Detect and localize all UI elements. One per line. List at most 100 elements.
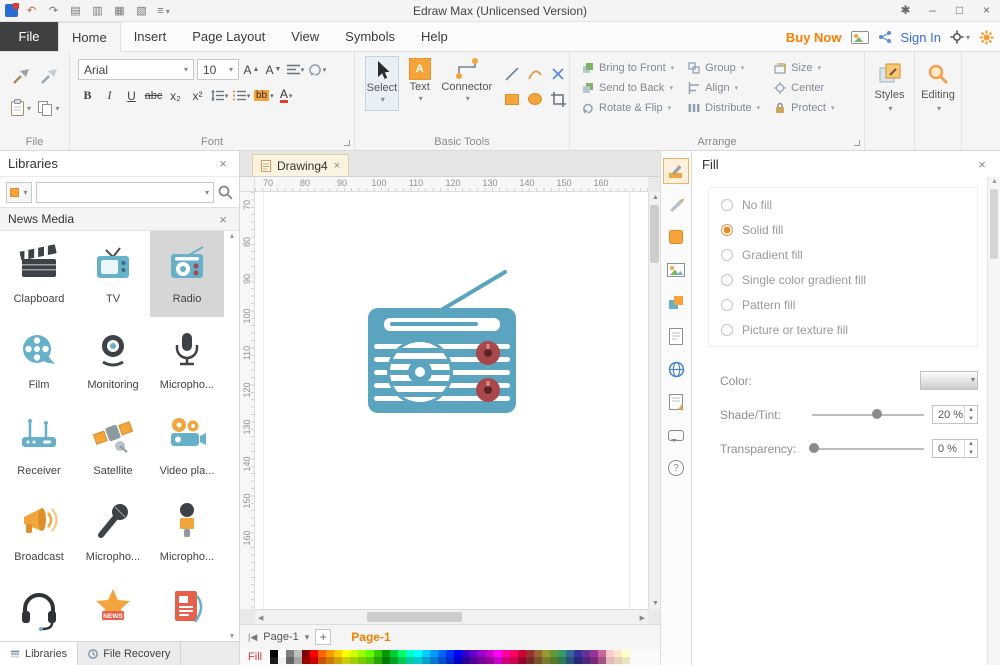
palette-color[interactable] bbox=[318, 657, 326, 664]
palette-color[interactable] bbox=[446, 650, 454, 657]
palette-color[interactable] bbox=[438, 657, 446, 664]
scroll-down-icon[interactable]: ▼ bbox=[652, 600, 659, 607]
palette-color[interactable] bbox=[542, 657, 550, 664]
hyperlink-tool[interactable] bbox=[663, 356, 689, 382]
library-item-film[interactable]: Film bbox=[2, 317, 76, 403]
shapes-layer-tool[interactable] bbox=[663, 290, 689, 316]
cross-tool-icon[interactable] bbox=[547, 62, 569, 86]
palette-color[interactable] bbox=[534, 657, 542, 664]
text-rotate-icon[interactable]: ▾ bbox=[308, 60, 327, 79]
palette-color[interactable] bbox=[582, 657, 590, 664]
palette-color[interactable] bbox=[606, 657, 614, 664]
vertical-scrollbar[interactable]: ▲ ▼ bbox=[648, 192, 660, 609]
font-family-select[interactable]: Arial ▾ bbox=[78, 59, 194, 80]
scrollbar-thumb[interactable] bbox=[990, 189, 998, 259]
tab-file[interactable]: File bbox=[0, 22, 58, 51]
palette-color[interactable] bbox=[294, 657, 302, 664]
palette-color[interactable] bbox=[326, 650, 334, 657]
palette-color[interactable] bbox=[582, 650, 590, 657]
palette-color[interactable] bbox=[326, 657, 334, 664]
style-brush-icon[interactable] bbox=[35, 60, 63, 92]
subscript-button[interactable]: x₂ bbox=[166, 86, 185, 105]
library-item-monitoring[interactable]: Monitoring bbox=[76, 317, 150, 403]
palette-color[interactable] bbox=[518, 650, 526, 657]
document-tab-close-icon[interactable]: × bbox=[334, 160, 340, 172]
paste-button[interactable]: ▾ bbox=[7, 92, 35, 124]
palette-color[interactable] bbox=[406, 650, 414, 657]
palette-color[interactable] bbox=[550, 650, 558, 657]
connector-tool-button[interactable]: Connector ▾ bbox=[441, 56, 493, 111]
palette-color[interactable] bbox=[342, 650, 350, 657]
fill-option-no-fill[interactable]: No fill bbox=[709, 192, 977, 217]
page-nav-label[interactable]: Page-1 bbox=[263, 631, 298, 643]
scroll-up-icon[interactable]: ▲ bbox=[652, 194, 659, 201]
text-tool-button[interactable]: A Text ▾ bbox=[403, 56, 437, 111]
palette-color[interactable] bbox=[350, 650, 358, 657]
shade-tint-spinner[interactable]: 20 % ▲ ▼ bbox=[932, 405, 978, 424]
palette-color[interactable] bbox=[486, 650, 494, 657]
palette-color[interactable] bbox=[486, 657, 494, 664]
palette-color[interactable] bbox=[510, 650, 518, 657]
library-item-microphone[interactable]: Micropho... bbox=[150, 317, 224, 403]
palette-color[interactable] bbox=[406, 657, 414, 664]
fill-option-pattern-fill[interactable]: Pattern fill bbox=[709, 292, 977, 317]
fill-panel-scrollbar[interactable]: ▲ bbox=[987, 177, 1000, 665]
comment-tool[interactable] bbox=[663, 422, 689, 448]
tab-home[interactable]: Home bbox=[58, 22, 121, 52]
palette-color[interactable] bbox=[342, 657, 350, 664]
fill-option-single-color-gradient[interactable]: Single color gradient fill bbox=[709, 267, 977, 292]
spin-down-icon[interactable]: ▼ bbox=[965, 449, 977, 458]
scroll-down-icon[interactable]: ▼ bbox=[226, 633, 238, 640]
buy-now-link[interactable]: Buy Now bbox=[786, 30, 842, 45]
palette-color[interactable] bbox=[382, 657, 390, 664]
palette-color[interactable] bbox=[334, 650, 342, 657]
editing-button[interactable]: Editing ▾ bbox=[915, 52, 961, 113]
note-tool[interactable] bbox=[663, 389, 689, 415]
spin-up-icon[interactable]: ▲ bbox=[965, 406, 977, 415]
palette-color[interactable] bbox=[366, 657, 374, 664]
new-document-icon[interactable]: ▤ bbox=[67, 3, 84, 19]
library-scrollbar[interactable]: ▲ ▼ bbox=[226, 233, 238, 640]
styles-button[interactable]: Styles ▾ bbox=[865, 52, 914, 113]
palette-color[interactable] bbox=[598, 657, 606, 664]
bold-button[interactable]: B bbox=[78, 86, 97, 105]
customize-toolbar-icon[interactable]: ≡ ▾ bbox=[155, 3, 172, 19]
copy-button[interactable]: ▾ bbox=[35, 92, 63, 124]
library-item-tv[interactable]: TV bbox=[76, 231, 150, 317]
palette-color[interactable] bbox=[374, 650, 382, 657]
tab-libraries[interactable]: Libraries bbox=[0, 642, 79, 665]
palette-color[interactable] bbox=[470, 650, 478, 657]
palette-color[interactable] bbox=[350, 657, 358, 664]
transparency-slider[interactable] bbox=[809, 439, 924, 458]
palette-color[interactable] bbox=[414, 650, 422, 657]
palette-color[interactable] bbox=[566, 657, 574, 664]
palette-color[interactable] bbox=[606, 650, 614, 657]
license-card-icon[interactable] bbox=[850, 30, 869, 44]
palette-color[interactable] bbox=[286, 650, 294, 657]
fill-panel-close-icon[interactable]: × bbox=[974, 157, 990, 172]
curve-tool-icon[interactable] bbox=[524, 62, 546, 86]
palette-color[interactable] bbox=[398, 657, 406, 664]
add-page-button[interactable]: + bbox=[315, 629, 332, 645]
italic-button[interactable]: I bbox=[100, 86, 119, 105]
palette-color[interactable] bbox=[550, 657, 558, 664]
palette-color[interactable] bbox=[302, 650, 310, 657]
insert-picture-tool[interactable] bbox=[663, 257, 689, 283]
strikethrough-button[interactable]: abc bbox=[144, 86, 163, 105]
page-setup-tool[interactable] bbox=[663, 323, 689, 349]
underline-button[interactable]: U bbox=[122, 86, 141, 105]
tab-insert[interactable]: Insert bbox=[121, 22, 180, 51]
library-section-close-icon[interactable]: × bbox=[215, 212, 231, 227]
palette-color[interactable] bbox=[526, 657, 534, 664]
palette-color[interactable] bbox=[462, 657, 470, 664]
library-item-news-star[interactable]: NEWS bbox=[76, 575, 150, 641]
active-page-tab[interactable]: Page-1 bbox=[351, 630, 390, 644]
horizontal-scrollbar[interactable]: ◀ ▶ bbox=[255, 609, 648, 624]
palette-color[interactable] bbox=[430, 657, 438, 664]
library-search-input[interactable]: ▾ bbox=[36, 181, 214, 203]
fill-option-picture-texture-fill[interactable]: Picture or texture fill bbox=[709, 317, 977, 342]
rotate-flip-button[interactable]: Rotate & Flip ▾ bbox=[582, 102, 674, 114]
palette-color[interactable] bbox=[270, 650, 278, 657]
crop-tool-icon[interactable] bbox=[547, 87, 569, 111]
palette-color[interactable] bbox=[598, 650, 606, 657]
